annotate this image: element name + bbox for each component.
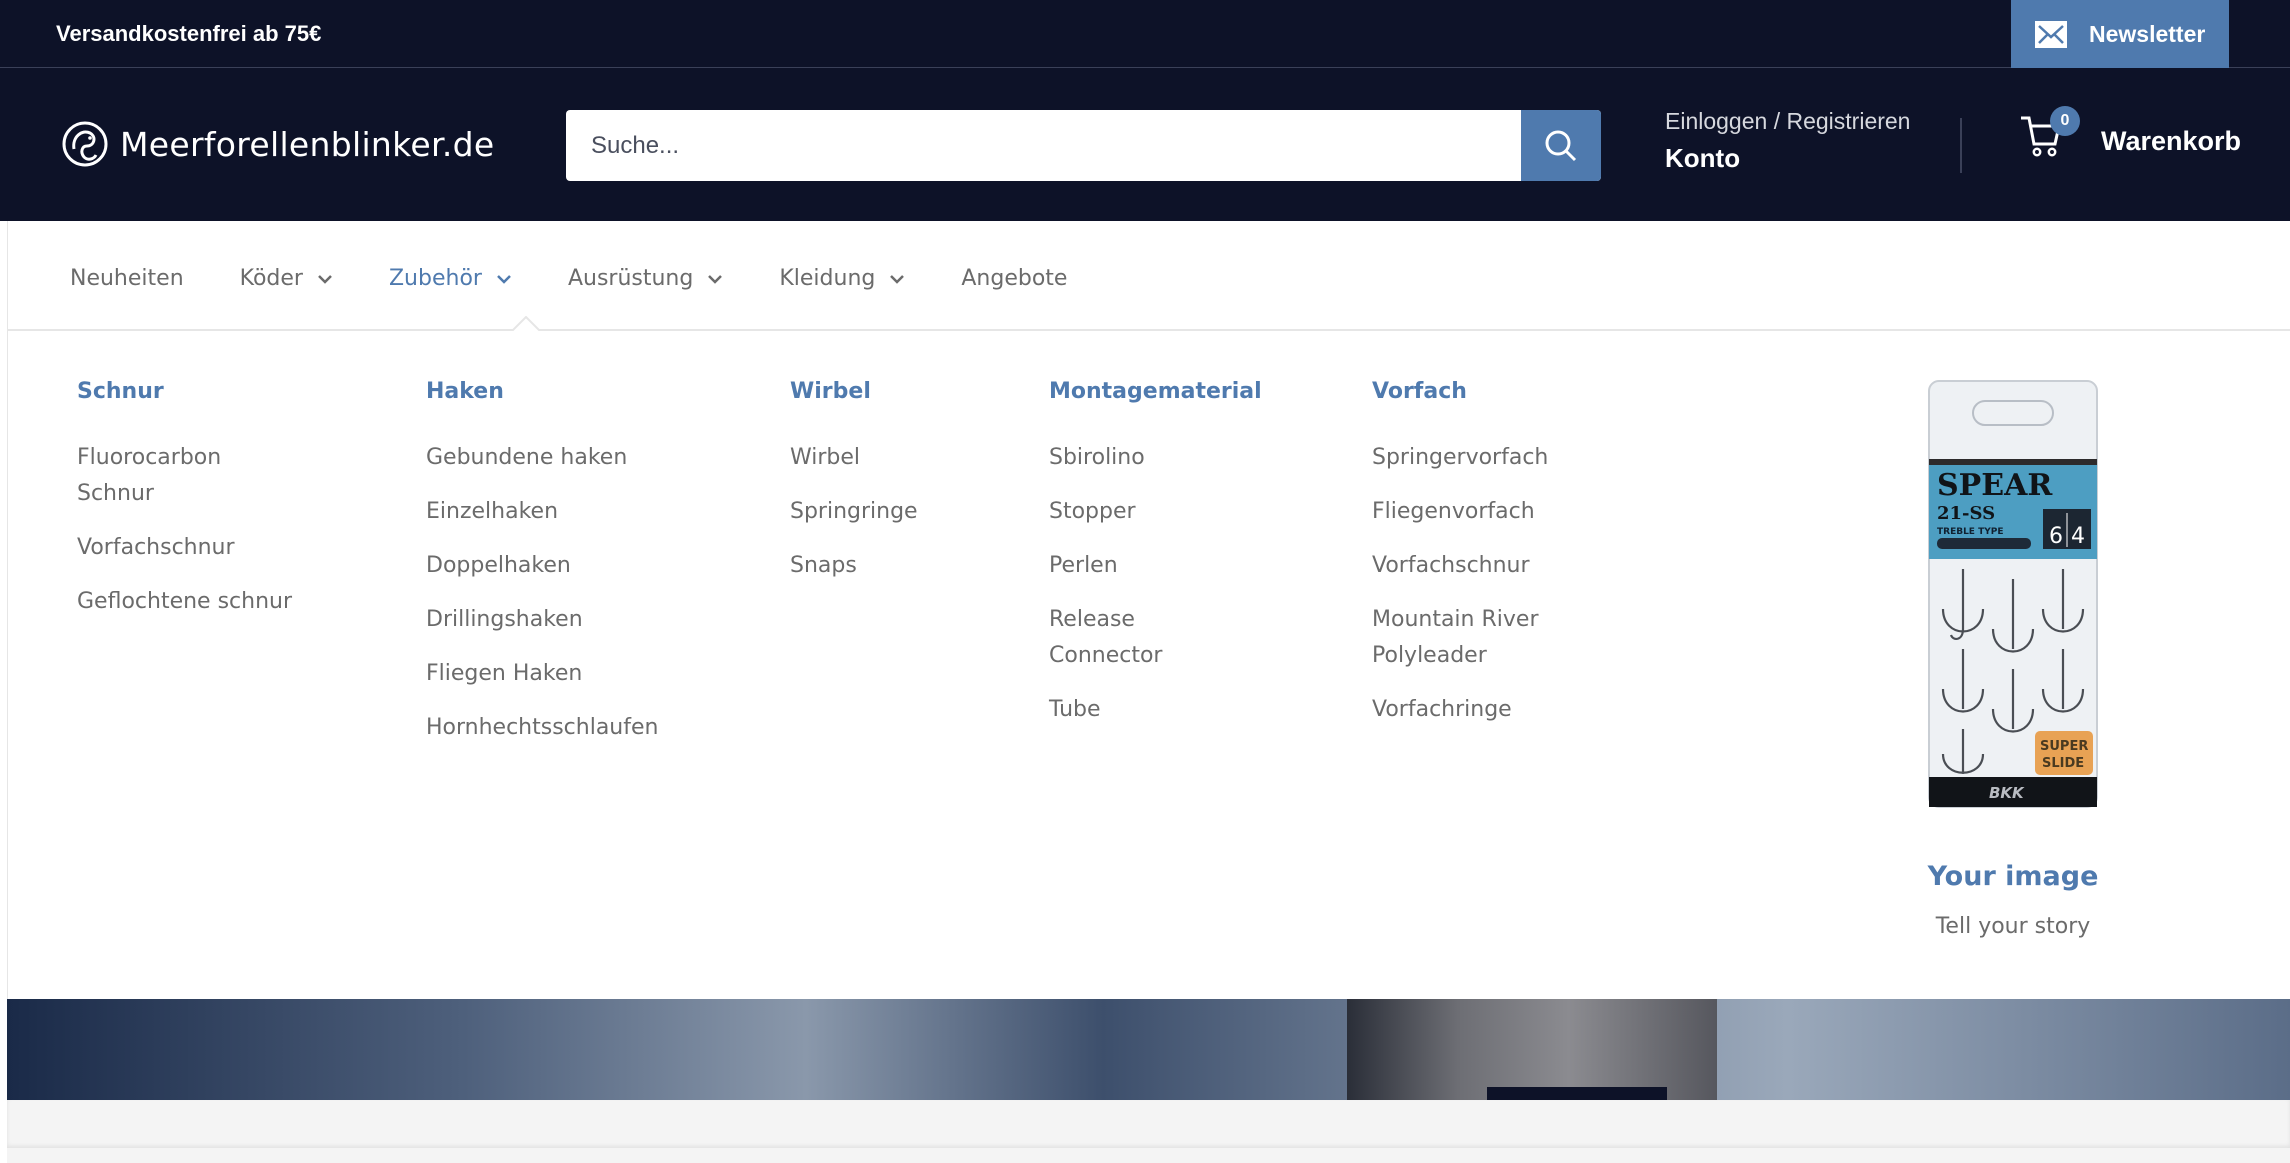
menu-link[interactable]: Tube — [1049, 692, 1269, 728]
hero-banner-image — [7, 999, 2290, 1100]
menu-link[interactable]: Drillingshaken — [426, 602, 726, 638]
nav-item-label: Angebote — [961, 266, 1068, 291]
search-bar — [566, 110, 1601, 181]
cart-icon: 0 — [2017, 106, 2080, 160]
promo-title[interactable]: Your image — [1908, 861, 2118, 892]
menu-link[interactable]: Hornhechtsschlaufen — [426, 710, 726, 746]
product-name-text: SPEAR — [1937, 468, 2053, 503]
menu-link[interactable]: Springringe — [790, 494, 990, 530]
menu-link[interactable]: Perlen — [1049, 548, 1269, 584]
menu-link[interactable]: Fliegen Haken — [426, 656, 726, 692]
menu-column-title[interactable]: Vorfach — [1372, 379, 1602, 404]
menu-link[interactable]: Sbirolino — [1049, 440, 1269, 476]
svg-text:BKK: BKK — [1989, 784, 2025, 802]
svg-text:4: 4 — [2071, 524, 2085, 549]
menu-link[interactable]: Wirbel — [790, 440, 990, 476]
newsletter-label: Newsletter — [2089, 20, 2206, 47]
menu-column-title[interactable]: Schnur — [77, 379, 317, 404]
menu-link[interactable]: Springervorfach — [1372, 440, 1602, 476]
content-area — [7, 1100, 2290, 1148]
nav-item-koeder[interactable]: Köder — [240, 266, 333, 291]
menu-column-schnur: Schnur Fluorocarbon Schnur Vorfachschnur… — [77, 379, 317, 638]
menu-link[interactable]: Release Connector — [1049, 602, 1169, 674]
header-divider — [1960, 118, 1962, 173]
newsletter-button[interactable]: Newsletter — [2011, 0, 2229, 68]
free-shipping-text: Versandkostenfrei ab 75€ — [56, 21, 322, 46]
dropdown-caret — [511, 316, 541, 332]
cart-count-badge: 0 — [2050, 106, 2080, 136]
announcement-bar: Versandkostenfrei ab 75€ Newsletter — [0, 0, 2290, 68]
fish-hook-logo-icon — [62, 121, 108, 167]
account-link[interactable]: Einloggen / Registrieren Konto — [1665, 108, 1910, 174]
menu-link[interactable]: Geflochtene schnur — [77, 584, 317, 620]
chevron-down-icon — [708, 274, 723, 284]
nav-item-label: Zubehör — [388, 266, 482, 291]
logo-text: Meerforellenblinker.de — [120, 124, 495, 164]
menu-link[interactable]: Mountain River Polyleader — [1372, 602, 1572, 674]
nav-item-ausruestung[interactable]: Ausrüstung — [568, 266, 723, 291]
search-button[interactable] — [1521, 110, 1601, 181]
menu-link[interactable]: Doppelhaken — [426, 548, 726, 584]
nav-item-label: Kleidung — [779, 266, 876, 291]
menu-link[interactable]: Snaps — [790, 548, 990, 584]
menu-column-title[interactable]: Haken — [426, 379, 726, 404]
mail-icon — [2035, 20, 2067, 48]
account-label[interactable]: Konto — [1665, 143, 1910, 174]
login-register-label[interactable]: Einloggen / Registrieren — [1665, 108, 1910, 135]
menu-column-wirbel: Wirbel Wirbel Springringe Snaps — [790, 379, 990, 602]
nav-item-label: Neuheiten — [70, 266, 184, 291]
chevron-down-icon — [890, 274, 905, 284]
menu-link[interactable]: Vorfachschnur — [77, 530, 317, 566]
hero-figure-shadow — [1487, 1087, 1667, 1100]
menu-link[interactable]: Stopper — [1049, 494, 1269, 530]
menu-link[interactable]: Fluorocarbon Schnur — [77, 440, 247, 512]
svg-text:SUPER: SUPER — [2040, 739, 2088, 754]
menu-link[interactable]: Gebundene haken — [426, 440, 726, 476]
nav-item-neuheiten[interactable]: Neuheiten — [70, 266, 184, 291]
nav-item-angebote[interactable]: Angebote — [961, 266, 1067, 291]
menu-column-montagematerial: Montagematerial Sbirolino Stopper Perlen… — [1049, 379, 1269, 746]
hero-angler-figure — [1347, 999, 1717, 1100]
product-image-bkk-spear[interactable]: SPEAR 21-SS TREBLE TYPE 6 4 SUPER SLIDE … — [1923, 379, 2103, 809]
svg-text:SLIDE: SLIDE — [2042, 756, 2084, 771]
site-logo[interactable]: Meerforellenblinker.de — [60, 119, 494, 169]
svg-text:21-SS: 21-SS — [1937, 503, 1995, 524]
svg-text:TREBLE TYPE: TREBLE TYPE — [1937, 527, 2004, 537]
menu-column-vorfach: Vorfach Springervorfach Fliegenvorfach V… — [1372, 379, 1602, 746]
menu-link[interactable]: Fliegenvorfach — [1372, 494, 1602, 530]
svg-text:6: 6 — [2049, 524, 2063, 549]
menu-link[interactable]: Einzelhaken — [426, 494, 726, 530]
nav-item-zubehoer[interactable]: Zubehör — [389, 266, 512, 291]
chevron-down-icon — [318, 274, 332, 284]
search-input[interactable] — [566, 110, 1526, 181]
menu-promo-card[interactable]: SPEAR 21-SS TREBLE TYPE 6 4 SUPER SLIDE … — [1908, 379, 2118, 939]
cart-label: Warenkorb — [2101, 125, 2242, 156]
nav-item-label: Köder — [239, 266, 303, 291]
promo-text: Tell your story — [1935, 914, 2091, 939]
site-header: Meerforellenblinker.de Einloggen / Regis… — [0, 68, 2290, 221]
nav-item-label: Ausrüstung — [567, 266, 694, 291]
mega-menu-zubehoer: Schnur Fluorocarbon Schnur Vorfachschnur… — [7, 331, 2290, 999]
main-navigation: Neuheiten Köder Zubehör Ausrüstung Kleid… — [7, 221, 2290, 332]
chevron-down-icon — [497, 274, 511, 284]
menu-link[interactable]: Vorfachschnur — [1372, 548, 1602, 584]
menu-column-title[interactable]: Montagematerial — [1049, 379, 1269, 404]
menu-column-title[interactable]: Wirbel — [790, 379, 990, 404]
menu-link[interactable]: Vorfachringe — [1372, 692, 1602, 728]
search-icon — [1545, 130, 1577, 161]
nav-item-kleidung[interactable]: Kleidung — [779, 266, 905, 291]
menu-column-haken: Haken Gebundene haken Einzelhaken Doppel… — [426, 379, 726, 764]
cart-button[interactable]: 0 Warenkorb — [2017, 106, 2242, 160]
